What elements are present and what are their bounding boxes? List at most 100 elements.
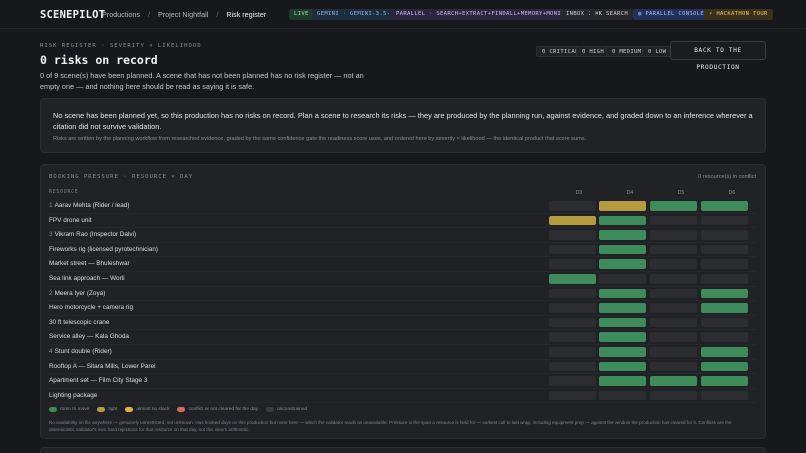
pressure-cell-none[interactable] xyxy=(650,288,697,299)
pressure-cell-none[interactable] xyxy=(549,361,596,372)
resource-label: 2 Meera Iyer (Zoya) xyxy=(49,290,105,297)
pressure-cell-room[interactable] xyxy=(599,215,646,226)
pressure-cell-none[interactable] xyxy=(701,244,748,255)
pressure-cell-none[interactable] xyxy=(650,347,697,357)
table-row[interactable]: Market street — Bhuleshwar xyxy=(49,257,757,272)
pressure-cell-room[interactable] xyxy=(701,376,748,386)
search-button[interactable]: ⌘K SEARCH xyxy=(590,9,634,20)
pressure-cell-room[interactable] xyxy=(599,317,646,328)
no-risks-message: No scene has been planned yet, so this p… xyxy=(53,111,753,131)
table-row[interactable]: Apartment set — Film City Stage 3 xyxy=(49,374,757,389)
pressure-cell-room[interactable] xyxy=(549,274,596,284)
severity-low-badge: 0 LOW xyxy=(642,46,673,57)
pressure-cell-none[interactable] xyxy=(549,201,596,211)
pressure-cell-none[interactable] xyxy=(701,274,748,284)
pressure-cell-room[interactable] xyxy=(650,376,697,386)
legend-item: unconstrained xyxy=(266,407,307,412)
pressure-cell-none[interactable] xyxy=(701,332,748,342)
breadcrumb-project[interactable]: Project Nightfall xyxy=(158,10,208,19)
inbox-button[interactable]: INBOX xyxy=(561,9,590,20)
legend-label: almost no slack xyxy=(136,407,170,412)
pressure-cell-none[interactable] xyxy=(549,317,596,328)
pressure-cell-none[interactable] xyxy=(701,317,748,328)
table-row[interactable]: 2 Meera Iyer (Zoya) xyxy=(49,287,757,302)
pressure-cell-room[interactable] xyxy=(701,288,748,299)
resource-name: Apartment set — Film City Stage 3 xyxy=(49,377,148,385)
no-risks-panel: No scene has been planned yet, so this p… xyxy=(40,98,766,153)
pressure-cell-none[interactable] xyxy=(701,259,748,269)
back-to-production-button[interactable]: BACK TO THE PRODUCTION xyxy=(670,41,766,71)
table-row[interactable]: Rooftop A — Sitara Mills, Lower Parel xyxy=(49,360,757,375)
table-row[interactable]: Lighting package xyxy=(49,389,757,404)
pressure-cell-none[interactable] xyxy=(549,347,596,357)
pressure-cell-none[interactable] xyxy=(549,332,596,342)
pressure-cell-none[interactable] xyxy=(650,317,697,328)
pressure-cell-none[interactable] xyxy=(650,259,697,269)
pressure-cell-none[interactable] xyxy=(650,332,697,342)
pressure-cell-room[interactable] xyxy=(701,201,748,211)
booking-pressure-panel: BOOKING PRESSURE · RESOURCE × DAY 0 reso… xyxy=(40,164,766,439)
pressure-cell-none[interactable] xyxy=(650,230,697,240)
hackathon-tour-button[interactable]: ⚡ HACKATHON TOUR xyxy=(704,9,773,20)
pressure-cell-none[interactable] xyxy=(549,376,596,386)
pressure-cell-none[interactable] xyxy=(650,244,697,255)
pressure-cell-room[interactable] xyxy=(599,303,646,313)
resource-label: FPV drone unit xyxy=(49,217,92,224)
table-row[interactable]: Sea link approach — Worli xyxy=(49,272,757,287)
pressure-cell-none[interactable] xyxy=(701,390,748,401)
pressure-cell-none[interactable] xyxy=(549,390,596,401)
legend-swatch xyxy=(177,407,186,412)
table-row[interactable]: 3 Vikram Rao (Inspector Dalvi) xyxy=(49,228,757,243)
parallel-console-button[interactable]: ◍ PARALLEL CONSOLE xyxy=(633,9,710,20)
pressure-cell-none[interactable] xyxy=(701,230,748,240)
pressure-cell-none[interactable] xyxy=(650,390,697,401)
resource-label: Lighting package xyxy=(49,392,97,399)
pressure-cell-room[interactable] xyxy=(599,361,646,372)
pressure-cell-room[interactable] xyxy=(599,244,646,255)
pressure-cell-tight[interactable] xyxy=(599,201,646,211)
legend-swatch xyxy=(125,407,134,412)
pressure-cell-none[interactable] xyxy=(549,244,596,255)
pressure-cell-room[interactable] xyxy=(701,347,748,357)
pressure-cell-none[interactable] xyxy=(650,361,697,372)
breadcrumb-productions[interactable]: Productions xyxy=(102,10,140,19)
breadcrumb-separator: / xyxy=(147,10,150,19)
breadcrumb: Productions / Project Nightfall / Risk r… xyxy=(102,10,266,19)
table-row[interactable]: 4 Stunt double (Rider) xyxy=(49,345,757,360)
pressure-cell-none[interactable] xyxy=(549,259,596,269)
globe-icon: ◍ xyxy=(638,11,642,17)
pressure-cell-none[interactable] xyxy=(650,303,697,313)
resource-name: 30 ft telescopic crane xyxy=(49,318,110,326)
pressure-cell-room[interactable] xyxy=(701,361,748,372)
pressure-cell-room[interactable] xyxy=(599,230,646,240)
pressure-cell-none[interactable] xyxy=(549,230,596,240)
pressure-cell-none[interactable] xyxy=(650,215,697,226)
resource-name: FPV drone unit xyxy=(49,216,92,224)
legend-swatch xyxy=(97,407,106,412)
pressure-cell-room[interactable] xyxy=(599,332,646,342)
pressure-cell-none[interactable] xyxy=(549,288,596,299)
table-row[interactable]: 30 ft telescopic crane xyxy=(49,316,757,331)
pressure-cell-room[interactable] xyxy=(599,376,646,386)
pressure-cell-room[interactable] xyxy=(701,303,748,313)
table-row[interactable]: 1 Aarav Mehta (Rider / lead) xyxy=(49,199,757,214)
resource-name: Hero motorcycle + camera rig xyxy=(49,304,133,312)
pressure-cell-none[interactable] xyxy=(599,390,646,401)
legend-item: almost no slack xyxy=(125,407,169,412)
table-row[interactable]: Service alley — Kala Ghoda xyxy=(49,330,757,345)
table-row[interactable]: Fireworks rig (licensed pyrotechnician) xyxy=(49,243,757,258)
pressure-cell-room[interactable] xyxy=(599,259,646,269)
pressure-cell-room[interactable] xyxy=(650,201,697,211)
pressure-cell-room[interactable] xyxy=(599,288,646,299)
table-row[interactable]: FPV drone unit xyxy=(49,214,757,229)
table-row[interactable]: Hero motorcycle + camera rig xyxy=(49,301,757,316)
legend-label: room to move xyxy=(60,407,90,412)
pressure-cell-none[interactable] xyxy=(599,274,646,284)
app-logo[interactable]: SCENEPILOT xyxy=(40,9,105,21)
pressure-cell-room[interactable] xyxy=(599,347,646,357)
legend-swatch xyxy=(266,407,275,412)
pressure-cell-tight[interactable] xyxy=(549,215,596,226)
pressure-cell-none[interactable] xyxy=(701,215,748,226)
pressure-cell-none[interactable] xyxy=(549,303,596,313)
pressure-cell-none[interactable] xyxy=(650,274,697,284)
